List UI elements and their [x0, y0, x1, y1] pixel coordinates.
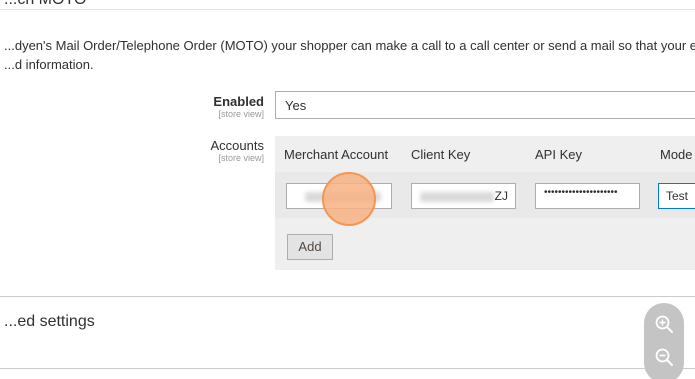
advanced-settings-heading[interactable]: ...ed settings	[4, 313, 95, 331]
zoom-in-button[interactable]	[652, 312, 676, 336]
enabled-label: Enabled [store view]	[213, 94, 264, 119]
section-divider	[0, 296, 695, 297]
column-header-api-key: API Key	[535, 147, 582, 162]
zoom-controls	[644, 303, 684, 379]
zoom-out-icon	[655, 348, 673, 366]
column-header-client-key: Client Key	[411, 147, 471, 162]
api-key-mask: •••••••••••••••••••••	[544, 187, 618, 198]
client-key-input[interactable]: ZJ	[411, 183, 516, 209]
description-line-2: ...d information.	[4, 57, 94, 72]
column-header-mode: Mode	[660, 147, 693, 162]
top-divider	[0, 9, 695, 10]
mode-select[interactable]: Test	[658, 183, 695, 209]
click-indicator	[322, 172, 376, 226]
zoom-out-button[interactable]	[652, 345, 676, 369]
redacted-value	[420, 192, 494, 202]
enabled-label-text: Enabled	[213, 94, 264, 109]
accounts-label-text: Accounts	[210, 138, 264, 153]
enabled-scope: [store view]	[218, 109, 264, 119]
page: ...ch MOTO ...dyen's Mail Order/Telephon…	[0, 0, 695, 379]
bottom-divider	[0, 368, 695, 369]
add-account-button[interactable]: Add	[287, 234, 333, 260]
section-title: ...ch MOTO	[4, 0, 86, 9]
api-key-input[interactable]: •••••••••••••••••••••	[535, 183, 640, 209]
zoom-in-icon	[655, 315, 673, 333]
client-key-suffix: ZJ	[494, 189, 508, 203]
enabled-select[interactable]: Yes	[275, 91, 695, 119]
section-description: ...dyen's Mail Order/Telephone Order (MO…	[4, 36, 695, 74]
description-line-1: ...dyen's Mail Order/Telephone Order (MO…	[4, 38, 695, 53]
accounts-label: Accounts [store view]	[211, 138, 264, 163]
column-header-merchant-account: Merchant Account	[284, 147, 389, 162]
accounts-scope: [store view]	[218, 153, 264, 163]
